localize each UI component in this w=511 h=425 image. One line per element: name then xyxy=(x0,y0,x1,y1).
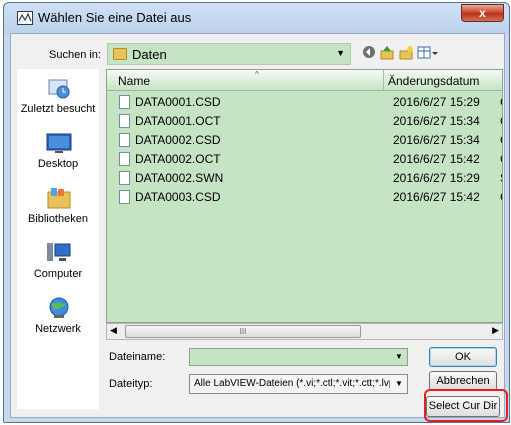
file-date: 2016/6/27 15:29 xyxy=(393,95,480,109)
select-cur-dir-button[interactable]: Select Cur Dir xyxy=(426,396,500,417)
column-header-date[interactable]: Änderungsdatum xyxy=(388,74,479,88)
file-extra: S xyxy=(500,171,502,185)
close-icon: x xyxy=(479,6,486,20)
list-item[interactable]: DATA0002.SWN 2016/6/27 15:29 S xyxy=(107,169,502,187)
filetype-select[interactable]: Alle LabVIEW-Dateien (*.vi;*.ctl;*.vit;*… xyxy=(189,374,408,394)
views-icon[interactable] xyxy=(417,45,439,61)
network-icon xyxy=(46,296,72,320)
file-icon xyxy=(119,95,130,109)
list-item[interactable]: DATA0002.CSD 2016/6/27 15:34 C xyxy=(107,131,502,149)
file-name: DATA0001.OCT xyxy=(135,114,221,128)
chevron-down-icon[interactable]: ▼ xyxy=(392,377,406,391)
file-date: 2016/6/27 15:29 xyxy=(393,171,480,185)
place-label: Computer xyxy=(33,268,83,280)
close-button[interactable]: x xyxy=(461,4,504,22)
place-desktop[interactable]: Desktop xyxy=(17,129,99,183)
place-label: Bibliotheken xyxy=(28,213,88,225)
place-recent[interactable]: Zuletzt besucht xyxy=(17,74,99,128)
file-name: DATA0002.CSD xyxy=(135,133,221,147)
place-network[interactable]: Netzwerk xyxy=(17,294,99,348)
list-item[interactable]: DATA0001.OCT 2016/6/27 15:34 C xyxy=(107,112,502,130)
title-bar[interactable]: Wählen Sie eine Datei aus x xyxy=(4,3,509,33)
file-icon xyxy=(119,152,130,166)
file-name: DATA0001.CSD xyxy=(135,95,221,109)
file-name: DATA0003.CSD xyxy=(135,190,221,204)
dialog-window: Wählen Sie eine Datei aus x Suchen in: D… xyxy=(3,2,510,423)
lookin-combobox[interactable]: Daten ▼ xyxy=(107,43,351,65)
chevron-down-icon[interactable]: ▼ xyxy=(336,48,345,58)
computer-icon xyxy=(46,241,72,265)
list-item[interactable]: DATA0001.CSD 2016/6/27 15:29 C xyxy=(107,93,502,111)
list-item[interactable]: DATA0002.OCT 2016/6/27 15:42 C xyxy=(107,150,502,168)
filetype-label: Dateityp: xyxy=(109,378,153,390)
cancel-button[interactable]: Abbrechen xyxy=(429,371,497,391)
places-bar: Zuletzt besucht Desktop Bibliotheken Com… xyxy=(17,69,99,409)
file-name: DATA0002.OCT xyxy=(135,152,221,166)
file-list[interactable]: Name ^ Änderungsdatum DATA0001.CSD 2016/… xyxy=(106,69,503,323)
place-label: Desktop xyxy=(37,158,79,170)
back-icon[interactable] xyxy=(361,45,377,61)
window-title: Wählen Sie eine Datei aus xyxy=(38,10,192,25)
list-item[interactable]: DATA0003.CSD 2016/6/27 15:42 C xyxy=(107,188,502,206)
file-extra: C xyxy=(500,133,502,147)
up-folder-icon[interactable] xyxy=(379,45,395,61)
file-extra: C xyxy=(500,152,502,166)
file-date: 2016/6/27 15:34 xyxy=(393,114,480,128)
file-date: 2016/6/27 15:42 xyxy=(393,190,480,204)
sort-indicator-icon: ^ xyxy=(255,70,259,79)
libraries-icon xyxy=(46,186,72,210)
scroll-left-icon[interactable]: ◀ xyxy=(110,325,117,336)
list-header: Name ^ Änderungsdatum xyxy=(107,70,502,91)
new-folder-icon[interactable] xyxy=(398,45,414,61)
filename-label: Dateiname: xyxy=(109,351,166,363)
folder-icon xyxy=(113,48,127,60)
place-label: Netzwerk xyxy=(35,323,81,335)
file-extra: C xyxy=(500,190,502,204)
ok-button[interactable]: OK xyxy=(429,347,497,367)
file-icon xyxy=(119,171,130,185)
dialog-client: Suchen in: Daten ▼ Zuletzt besucht Deskt… xyxy=(10,33,508,422)
recent-places-icon xyxy=(46,76,72,100)
filetype-value: Alle LabVIEW-Dateien (*.vi;*.ctl;*.vit;*… xyxy=(194,378,390,389)
file-icon xyxy=(119,114,130,128)
place-computer[interactable]: Computer xyxy=(17,239,99,293)
file-date: 2016/6/27 15:34 xyxy=(393,133,480,147)
labview-icon xyxy=(17,11,33,25)
lookin-label: Suchen in: xyxy=(49,49,101,61)
horizontal-scrollbar[interactable]: ◀ III ▶ xyxy=(106,323,503,340)
desktop-icon xyxy=(46,131,72,155)
file-icon xyxy=(119,190,130,204)
place-libraries[interactable]: Bibliotheken xyxy=(17,184,99,238)
file-extra: C xyxy=(500,95,502,109)
file-date: 2016/6/27 15:42 xyxy=(393,152,480,166)
column-header-name[interactable]: Name xyxy=(118,74,150,88)
file-icon xyxy=(119,133,130,147)
scroll-thumb[interactable]: III xyxy=(125,325,361,338)
filename-input[interactable] xyxy=(192,350,387,364)
file-name: DATA0002.SWN xyxy=(135,171,224,185)
lookin-value: Daten xyxy=(132,47,167,62)
scroll-right-icon[interactable]: ▶ xyxy=(492,325,499,336)
chevron-down-icon[interactable]: ▼ xyxy=(392,350,406,364)
file-extra: C xyxy=(500,114,502,128)
place-label: Zuletzt besucht xyxy=(20,103,96,115)
filename-combobox[interactable]: ▼ xyxy=(189,348,408,366)
column-divider[interactable] xyxy=(383,70,384,91)
